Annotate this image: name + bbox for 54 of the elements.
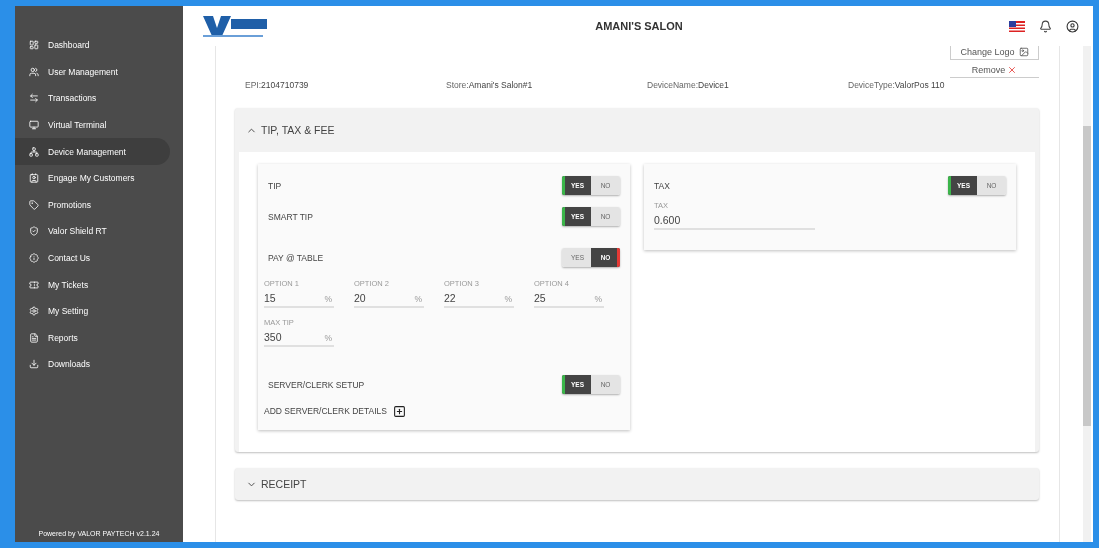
scrollbar[interactable] (1083, 126, 1091, 426)
sidebar-item[interactable]: My Setting (15, 297, 183, 325)
sidebar-item[interactable]: Engage My Customers (15, 164, 183, 192)
network-icon (29, 146, 39, 157)
change-logo-button[interactable]: Change Logo (950, 46, 1039, 60)
monitor-icon (29, 120, 39, 131)
settings-icon (29, 306, 39, 317)
arrows-icon (29, 93, 39, 104)
device-info: EPI:2104710739 (245, 80, 310, 92)
users-icon (29, 66, 39, 77)
unit-label: % (504, 294, 512, 304)
setting-label: TAX (654, 180, 670, 191)
sidebar-item[interactable]: Device Management (15, 138, 170, 165)
close-icon (1007, 65, 1018, 75)
flag-icon[interactable] (1009, 20, 1025, 32)
sidebar-item[interactable]: My Tickets (15, 271, 183, 298)
dashboard-icon (29, 40, 39, 51)
setting-label: SMART TIP (268, 211, 313, 222)
notification-icon[interactable] (1039, 19, 1052, 33)
logo (201, 13, 269, 39)
sidebar-item[interactable]: User Management (15, 58, 183, 86)
tag-icon (29, 199, 39, 210)
unit-label: % (414, 294, 422, 304)
sidebar-item[interactable]: Dashboard (15, 32, 183, 59)
image-icon (1018, 47, 1029, 57)
setting-label: PAY @ TABLE (268, 252, 324, 263)
unit-label: % (594, 294, 602, 304)
sidebar-item[interactable]: Downloads (15, 351, 183, 378)
unit-label: % (324, 294, 332, 304)
sidebar-item[interactable]: Virtual Terminal (15, 111, 183, 139)
unit-label: % (324, 333, 332, 343)
store-title: AMANI'S SALON (594, 20, 684, 32)
sidebar-item[interactable]: Transactions (15, 85, 183, 112)
document-icon (29, 332, 39, 343)
shield-icon (29, 226, 39, 237)
setting-label: TIP (268, 180, 282, 191)
add-icon[interactable] (393, 404, 406, 418)
sidebar-item[interactable]: Promotions (15, 191, 183, 219)
ticket-icon (29, 279, 39, 290)
sidebar-item[interactable]: Valor Shield RT (15, 218, 183, 245)
add-details-label: ADD SERVER/CLERK DETAILS (264, 406, 387, 416)
input-field[interactable]: 0.600 (654, 210, 815, 230)
setting-label: SERVER/CLERK SETUP (268, 379, 365, 390)
user-icon[interactable] (1066, 19, 1079, 33)
sidebar-item[interactable]: Reports (15, 324, 183, 352)
contact-card-icon (29, 173, 39, 184)
device-info: DeviceType:ValorPos 110 (848, 80, 946, 92)
accordion-header[interactable]: TIP, TAX & FEE (235, 108, 1039, 152)
device-info: DeviceName:Device1 (647, 80, 730, 92)
download-icon (29, 359, 39, 370)
device-info: Store:Amani's Salon#1 (446, 80, 534, 92)
sidebar-item[interactable]: Contact Us (15, 244, 183, 272)
accordion-header[interactable]: RECEIPT (235, 468, 1039, 500)
badge-icon (29, 253, 39, 264)
